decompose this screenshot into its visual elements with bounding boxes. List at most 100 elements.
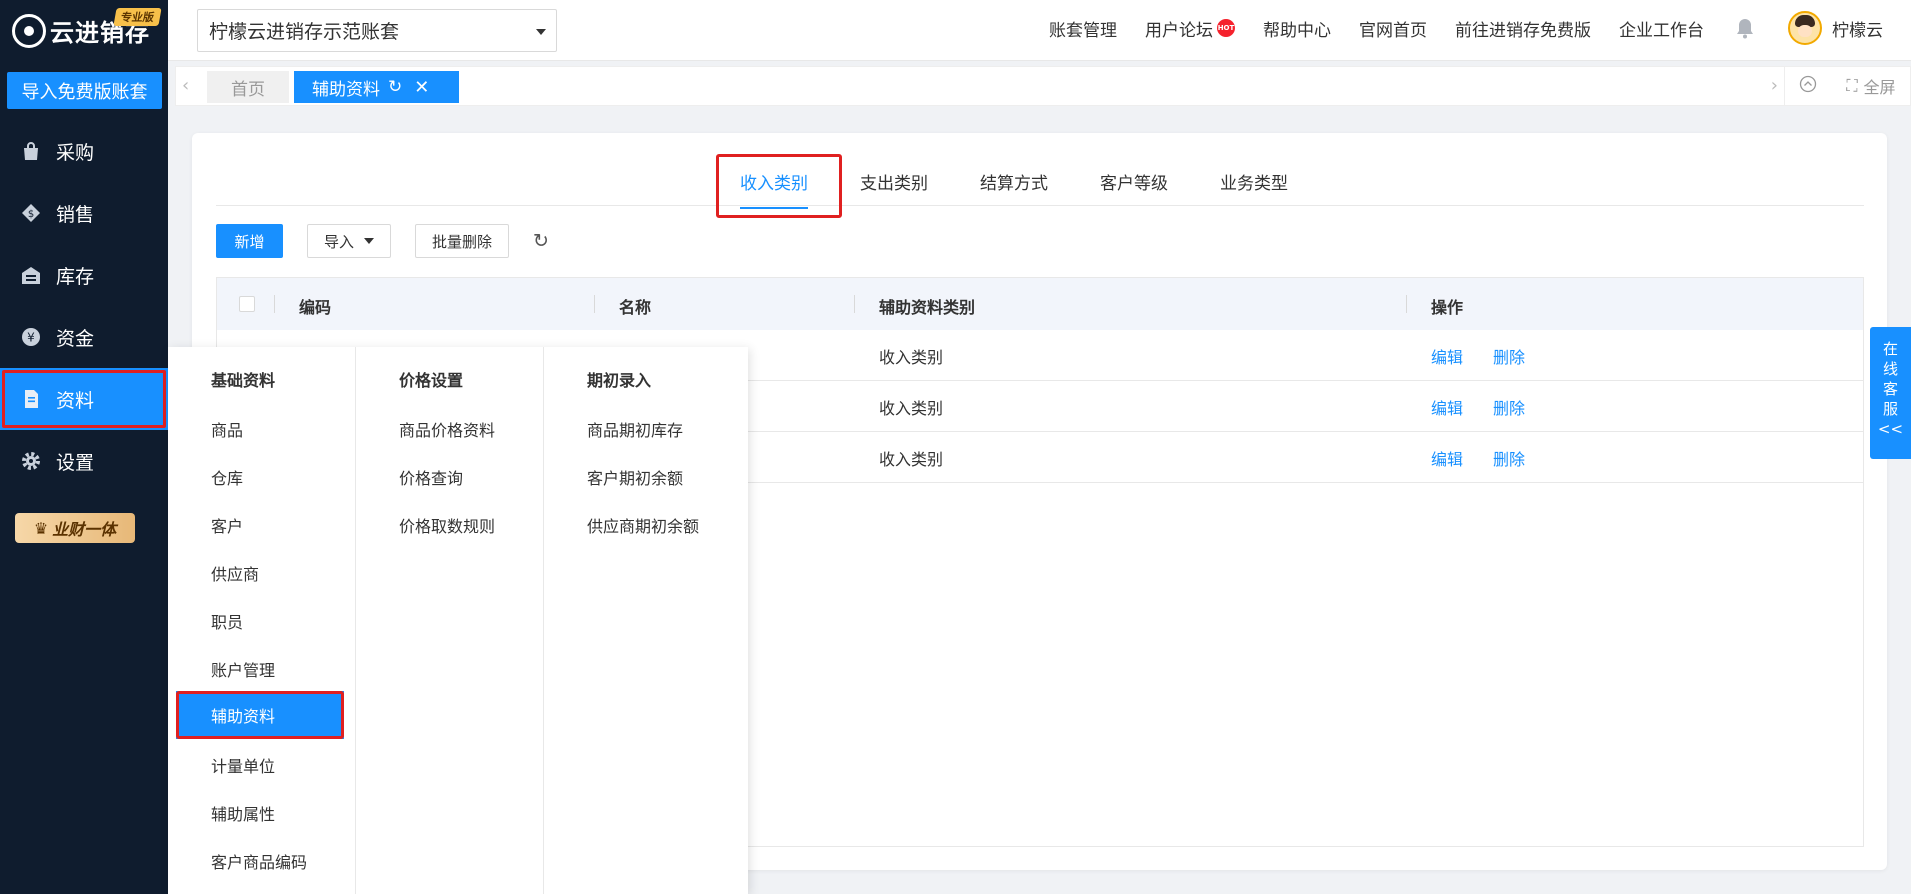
sidebar-item-inventory[interactable]: 库存 [0,244,168,306]
svg-text:¥: ¥ [27,331,35,345]
collapse-up-icon[interactable] [1799,75,1817,97]
online-service-button[interactable]: 在 线 客 服 << [1870,327,1911,459]
link-user-forum[interactable]: 用户论坛 HOT [1145,16,1235,41]
edit-link[interactable]: 编辑 [1431,344,1463,368]
menu-item-supplier-opening[interactable]: 供应商期初余额 [587,513,699,537]
hot-flame-icon: HOT [1217,19,1235,37]
header-code: 编码 [299,298,332,317]
page-tabbar: ‹ 首页 辅助资料 ↻ ✕ › [175,66,1785,106]
delete-link[interactable]: 删除 [1493,344,1525,368]
link-enterprise-workbench[interactable]: 企业工作台 [1619,16,1704,41]
sidebar-item-settings[interactable]: 设置 [0,430,168,492]
tab-home[interactable]: 首页 [207,71,289,103]
menu-item-staff[interactable]: 职员 [211,609,243,633]
tab-auxiliary-data[interactable]: 辅助资料 ↻ ✕ [294,71,459,103]
online-service-char: 客 [1882,380,1898,398]
delete-link[interactable]: 删除 [1493,446,1525,470]
cell-category: 收入类别 [879,399,944,418]
finance-integration-badge[interactable]: ♛ 业财一体 [15,513,135,543]
menu-item-goods-price[interactable]: 商品价格资料 [399,417,495,441]
tab-customer-level[interactable]: 客户等级 [1100,169,1168,194]
account-name: 柠檬云进销存示范账套 [209,21,400,43]
add-button[interactable]: 新增 [216,224,283,258]
fullscreen-button[interactable]: ⛶ 全屏 [1846,74,1895,98]
menu-item-price-rule[interactable]: 价格取数规则 [399,513,495,537]
edit-link[interactable]: 编辑 [1431,395,1463,419]
menu-item-customer-goods-code[interactable]: 客户商品编码 [211,849,307,873]
sub-tabs: 收入类别 支出类别 结算方式 客户等级 业务类型 [216,155,1864,209]
menu-item-customer[interactable]: 客户 [211,513,243,537]
account-select[interactable]: 柠檬云进销存示范账套 [197,9,557,52]
sidebar-item-purchase[interactable]: 采购 [0,120,168,182]
link-user-forum-label: 用户论坛 [1145,20,1213,41]
bell-icon[interactable] [1734,17,1756,39]
delete-link[interactable]: 删除 [1493,395,1525,419]
link-official-site[interactable]: 官网首页 [1359,16,1427,41]
menu-item-unit[interactable]: 计量单位 [211,753,275,777]
cell-category: 收入类别 [879,450,944,469]
sidebar-nav: 采购 $ 销售 库存 ¥ 资金 资料 设置 [0,120,168,492]
import-dropdown-button[interactable]: 导入 [307,224,392,258]
menu-heading: 价格设置 [399,371,464,390]
menu-col-basic: 基础资料 商品 仓库 客户 供应商 职员 账户管理 辅助资料 计量单位 辅助属性… [168,347,356,894]
batch-delete-button[interactable]: 批量删除 [415,224,510,258]
tab-home-label: 首页 [231,79,265,100]
header-category: 辅助资料类别 [879,298,976,317]
tab-business-type[interactable]: 业务类型 [1220,169,1288,194]
edit-link[interactable]: 编辑 [1431,446,1463,470]
header-name: 名称 [619,298,652,317]
tab-settlement-method[interactable]: 结算方式 [980,169,1048,194]
logo-icon [12,13,46,48]
menu-item-auxiliary-data[interactable]: 辅助资料 [176,691,344,739]
top-header: 柠檬云进销存示范账套 账套管理 用户论坛 HOT 帮助中心 官网首页 前往进销存… [168,0,1911,61]
sidebar: 云进销存 专业版 导入免费版账套 采购 $ 销售 库存 ¥ 资金 资料 设置 ♛… [0,0,168,894]
online-service-char: 线 [1882,360,1898,378]
online-service-char: << [1877,420,1904,438]
online-service-char: 在 [1882,340,1898,358]
menu-col-price: 价格设置 商品价格资料 价格查询 价格取数规则 [356,347,544,894]
link-free-version[interactable]: 前往进销存免费版 [1455,16,1591,41]
online-service-char: 服 [1882,400,1898,418]
refresh-icon[interactable]: ↻ [533,230,549,252]
money-tag-icon: $ [20,202,42,224]
sidebar-item-sales[interactable]: $ 销售 [0,182,168,244]
refresh-icon[interactable]: ↻ [388,77,402,97]
fullscreen-icon: ⛶ [1846,76,1858,95]
import-free-account-button[interactable]: 导入免费版账套 [7,72,162,109]
table-header: 编码 名称 辅助资料类别 操作 [217,278,1863,330]
column-divider [854,295,855,313]
menu-item-warehouse[interactable]: 仓库 [211,465,243,489]
vip-label: 业财一体 [52,520,117,539]
menu-heading: 基础资料 [211,371,276,390]
menu-item-account-management[interactable]: 账户管理 [211,657,275,681]
link-account-management[interactable]: 账套管理 [1049,16,1117,41]
chevron-right-icon[interactable]: › [1771,75,1778,96]
sidebar-item-label: 库存 [56,265,95,288]
fullscreen-label: 全屏 [1863,78,1896,97]
menu-item-goods[interactable]: 商品 [211,417,243,441]
import-label: 导入 [324,232,355,251]
select-all-checkbox[interactable] [239,296,255,312]
menu-item-supplier[interactable]: 供应商 [211,561,259,585]
chevron-left-icon[interactable]: ‹ [182,75,189,96]
chevron-down-icon [536,29,546,35]
close-icon[interactable]: ✕ [414,77,429,98]
column-divider [1406,295,1407,313]
menu-item-opening-stock[interactable]: 商品期初库存 [587,417,683,441]
warehouse-icon [20,264,42,286]
edition-badge: 专业版 [113,8,162,26]
menu-item-price-query[interactable]: 价格查询 [399,465,463,489]
user-name[interactable]: 柠檬云 [1832,16,1883,41]
sidebar-item-data[interactable]: 资料 [0,368,168,430]
menu-item-auxiliary-attribute[interactable]: 辅助属性 [211,801,275,825]
link-help-center[interactable]: 帮助中心 [1263,16,1331,41]
sidebar-item-funds[interactable]: ¥ 资金 [0,306,168,368]
brand: 云进销存 专业版 [0,0,168,61]
tab-expense-category[interactable]: 支出类别 [860,169,928,194]
tab-tools: ⛶ 全屏 [1785,66,1911,106]
header-actions: 操作 [1431,298,1464,317]
menu-item-customer-opening[interactable]: 客户期初余额 [587,465,683,489]
svg-text:$: $ [28,209,34,220]
avatar[interactable] [1788,11,1822,45]
data-mega-menu: 基础资料 商品 仓库 客户 供应商 职员 账户管理 辅助资料 计量单位 辅助属性… [168,347,748,894]
